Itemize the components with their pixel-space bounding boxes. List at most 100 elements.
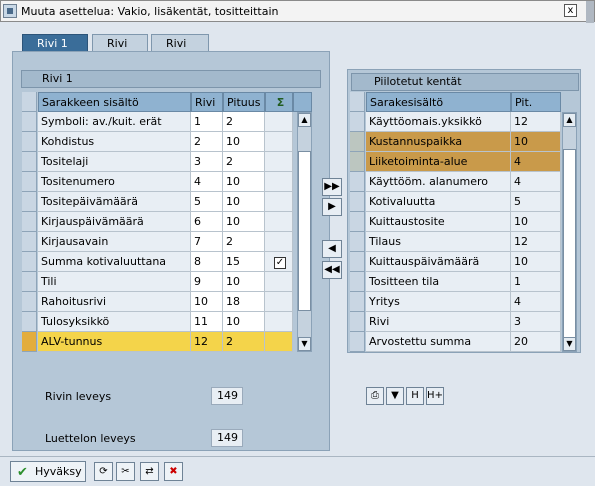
table-cell[interactable]: 15 (223, 252, 265, 272)
find-next-icon[interactable]: H+ (426, 387, 444, 405)
scroll-up-icon[interactable]: ▲ (563, 113, 576, 127)
move-left-button[interactable]: ◀ (322, 240, 342, 258)
row-selector[interactable] (350, 232, 365, 252)
sum-checkbox-icon[interactable]: ✓ (274, 257, 286, 269)
sum-cell[interactable] (265, 212, 293, 232)
row-selector[interactable] (350, 252, 365, 272)
scroll-up-icon[interactable]: ▲ (298, 113, 311, 127)
header-content[interactable]: Sarakesisältö (366, 92, 511, 112)
accept-button[interactable]: ✔ Hyväksy (10, 461, 86, 482)
table-cell[interactable]: 9 (191, 272, 223, 292)
table-cell[interactable]: 2 (191, 132, 223, 152)
row-selector[interactable] (350, 192, 365, 212)
table-cell[interactable]: 10 (223, 172, 265, 192)
row-selector[interactable] (22, 172, 37, 192)
table-cell[interactable]: 4 (191, 172, 223, 192)
table-cell[interactable]: 8 (191, 252, 223, 272)
scroll-down-icon[interactable]: ▼ (298, 337, 311, 351)
scroll-thumb[interactable] (563, 149, 576, 339)
sum-cell[interactable] (265, 172, 293, 192)
header-sum[interactable]: Σ (265, 92, 293, 112)
row-selector[interactable] (22, 272, 37, 292)
table-cell[interactable]: 10 (223, 132, 265, 152)
row-selector[interactable] (350, 112, 365, 132)
close-icon[interactable]: x (564, 4, 577, 17)
table-cell[interactable]: 6 (191, 212, 223, 232)
sum-cell[interactable] (265, 332, 293, 352)
table-cell[interactable]: 1 (191, 112, 223, 132)
move-right-button[interactable]: ▶ (322, 198, 342, 216)
row-selector[interactable] (350, 332, 365, 352)
table-cell: 3 (511, 312, 561, 332)
sum-cell[interactable] (265, 192, 293, 212)
table-cell: 1 (511, 272, 561, 292)
row-selector[interactable] (22, 152, 37, 172)
list-width-value: 149 (211, 429, 243, 447)
find-icon[interactable]: H (406, 387, 424, 405)
table-cell[interactable]: 10 (223, 312, 265, 332)
table-cell[interactable]: 2 (223, 332, 265, 352)
filter-icon[interactable]: ▼ (386, 387, 404, 405)
row-selector[interactable] (22, 212, 37, 232)
row-selector[interactable] (22, 252, 37, 272)
header-row[interactable]: Rivi (191, 92, 223, 112)
select-all-cell[interactable] (22, 92, 37, 112)
row-selector[interactable] (350, 172, 365, 192)
table-cell[interactable]: 3 (191, 152, 223, 172)
row-selector[interactable] (22, 192, 37, 212)
sum-cell[interactable] (265, 272, 293, 292)
move-all-right-button[interactable]: ▶▶ (322, 178, 342, 196)
sum-cell[interactable] (265, 292, 293, 312)
sum-cell[interactable] (265, 112, 293, 132)
row-selector[interactable] (350, 132, 365, 152)
table-cell[interactable]: 18 (223, 292, 265, 312)
right-scrollbar[interactable]: ▲ ▼ (562, 112, 577, 352)
table-cell[interactable]: 2 (223, 232, 265, 252)
table-cell[interactable]: 7 (191, 232, 223, 252)
header-length[interactable]: Pit. (511, 92, 561, 112)
row-selector[interactable] (350, 272, 365, 292)
select-all-cell[interactable] (350, 92, 365, 112)
row-selector[interactable] (22, 332, 37, 352)
table-cell: 20 (511, 332, 561, 352)
scroll-thumb[interactable] (298, 151, 311, 311)
table-cell[interactable]: 10 (191, 292, 223, 312)
refresh-icon[interactable]: ⟳ (94, 462, 113, 481)
table-cell: 4 (511, 152, 561, 172)
row-selector[interactable] (350, 152, 365, 172)
row-selector[interactable] (350, 212, 365, 232)
row-width-label: Rivin leveys (45, 390, 112, 403)
scroll-down-icon[interactable]: ▼ (563, 337, 576, 351)
print-icon[interactable]: ⎙ (366, 387, 384, 405)
cancel-icon[interactable]: ✖ (164, 462, 183, 481)
row-selector[interactable] (22, 232, 37, 252)
header-content[interactable]: Sarakkeen sisältö (38, 92, 191, 112)
sum-cell[interactable] (265, 312, 293, 332)
left-scrollbar[interactable]: ▲ ▼ (297, 112, 312, 352)
row-selector[interactable] (22, 312, 37, 332)
table-cell[interactable]: 11 (191, 312, 223, 332)
row-selector[interactable] (350, 312, 365, 332)
cut-icon[interactable]: ✂ (116, 462, 135, 481)
table-cell[interactable]: 10 (223, 212, 265, 232)
row-selector[interactable] (22, 292, 37, 312)
tab-rivi-2[interactable]: Rivi 2 (92, 34, 148, 68)
sum-cell[interactable] (265, 232, 293, 252)
row-selector[interactable] (22, 132, 37, 152)
row-selector[interactable] (350, 292, 365, 312)
copy-layout-icon[interactable]: ⇄ (140, 462, 159, 481)
header-length[interactable]: Pituus (223, 92, 265, 112)
move-all-left-button[interactable]: ◀◀ (322, 261, 342, 279)
table-cell[interactable]: 5 (191, 192, 223, 212)
tab-rivi-3[interactable]: Rivi 3 (151, 34, 209, 68)
sum-cell[interactable]: ✓ (265, 252, 293, 272)
sum-cell[interactable] (265, 132, 293, 152)
table-cell[interactable]: 10 (223, 272, 265, 292)
table-cell[interactable]: 2 (223, 112, 265, 132)
table-cell[interactable]: 12 (191, 332, 223, 352)
tab-rivi-1[interactable]: Rivi 1 (22, 34, 88, 52)
row-selector[interactable] (22, 112, 37, 132)
sum-cell[interactable] (265, 152, 293, 172)
table-cell[interactable]: 10 (223, 192, 265, 212)
table-cell[interactable]: 2 (223, 152, 265, 172)
